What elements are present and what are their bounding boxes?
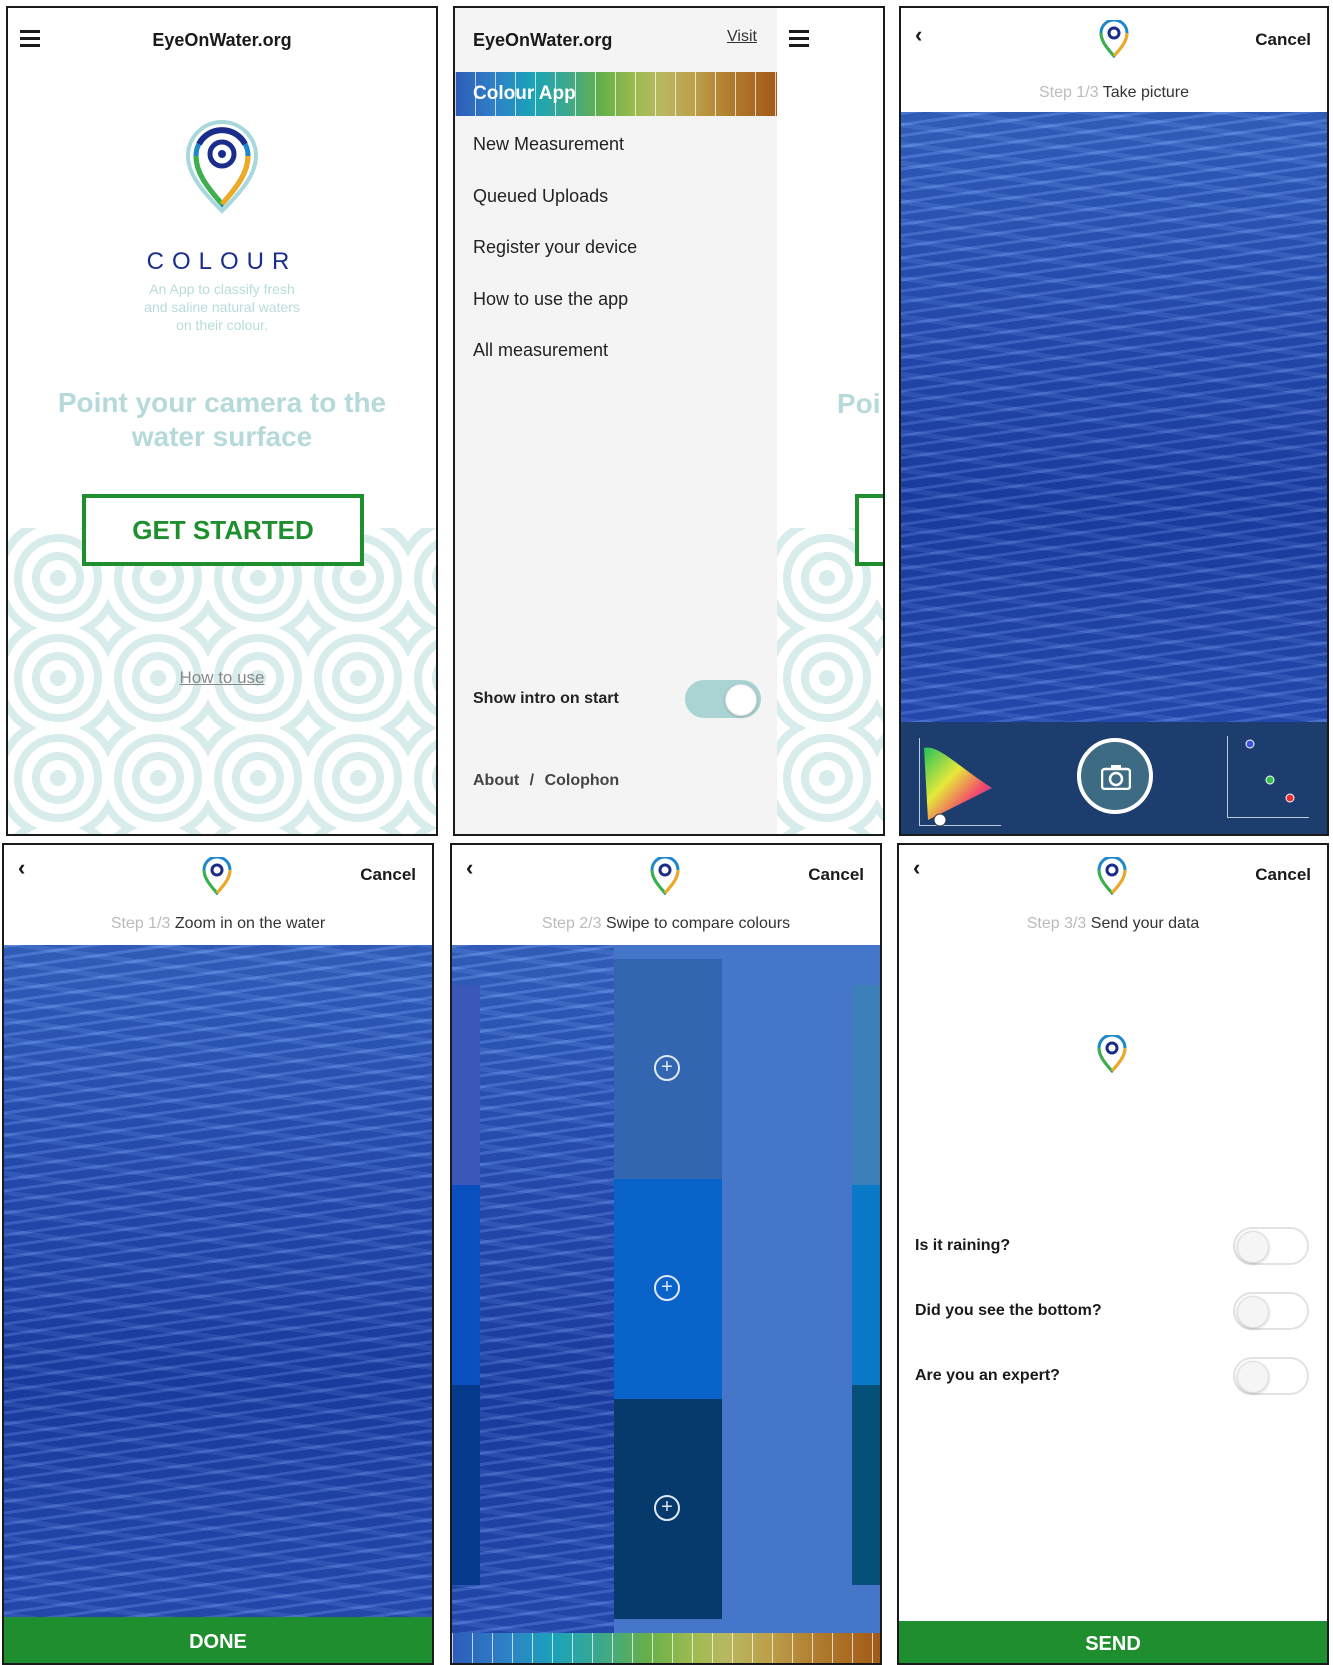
toggle-knob [1237, 1361, 1269, 1393]
visit-link[interactable]: Visit [727, 28, 757, 46]
zoom-preview[interactable] [4, 945, 432, 1617]
cancel-button[interactable]: Cancel [360, 865, 416, 885]
headline-line: water surface [131, 421, 313, 452]
step-number: Step 1/3 [1038, 84, 1099, 101]
menu-item-all-measurement[interactable]: All measurement [473, 340, 608, 361]
headline-line: Point your camera to the [57, 387, 387, 418]
site-title: EyeOnWater.org [473, 30, 613, 50]
eyeonwater-pin-logo [1097, 855, 1127, 900]
tagline-line: on their colour. [176, 317, 268, 333]
get-started-button-fragment [855, 494, 883, 566]
spectrum-stripes [452, 1633, 880, 1663]
get-started-button[interactable]: GET STARTED [82, 494, 364, 566]
step-number: Step 2/3 [541, 915, 602, 932]
camera-preview[interactable] [901, 112, 1327, 722]
step-text: Swipe to compare colours [605, 915, 791, 932]
headline-fragment: Poi [837, 388, 881, 419]
question-bottom: Did you see the bottom? [915, 1302, 1102, 1319]
left-swatch [452, 1385, 480, 1585]
colour-app-banner[interactable]: Colour App [455, 72, 777, 116]
chevron-left-icon[interactable]: ‹ [913, 855, 920, 881]
eyeonwater-pin-logo [202, 855, 232, 900]
hamburger-icon[interactable] [789, 30, 809, 51]
screen-compare: ‹ Cancel Step 2/3 Swipe to compare colou… [450, 843, 882, 1665]
step-text: Take picture [1102, 84, 1190, 101]
right-swatch [852, 1185, 880, 1385]
compare-area[interactable]: + + + [452, 945, 880, 1643]
colour-swatch[interactable]: + [614, 1399, 722, 1619]
underlying-screen: Poi [777, 8, 883, 834]
colour-swatch[interactable]: + [614, 959, 722, 1179]
camera-icon [1101, 765, 1131, 790]
toggle-knob [1237, 1231, 1269, 1263]
step-indicator: Step 2/3 Swipe to compare colours [452, 915, 880, 933]
cancel-button[interactable]: Cancel [1255, 865, 1311, 885]
chevron-left-icon[interactable]: ‹ [18, 855, 25, 881]
chevron-left-icon[interactable]: ‹ [915, 22, 922, 48]
toggle-knob [725, 684, 757, 716]
tagline-line: An App to classify fresh [149, 281, 295, 297]
tagline: An App to classify fresh and saline natu… [8, 280, 436, 334]
tagline-line: and saline natural waters [144, 299, 300, 315]
wave-pattern [777, 528, 883, 834]
question-raining: Is it raining? [915, 1237, 1011, 1254]
left-swatch [452, 1185, 480, 1385]
colophon-link[interactable]: Colophon [545, 772, 620, 789]
nav-drawer: EyeOnWater.org Visit Colour App New Meas… [455, 8, 777, 834]
chromaticity-diagram [919, 738, 1001, 827]
step-number: Step 1/3 [110, 915, 171, 932]
raining-toggle[interactable] [1233, 1227, 1309, 1265]
site-title: EyeOnWater.org [152, 30, 292, 50]
toggle-knob [1237, 1296, 1269, 1328]
menu-item-register-device[interactable]: Register your device [473, 237, 637, 258]
step-indicator: Step 1/3 Zoom in on the water [4, 915, 432, 933]
screen-menu: Poi EyeOnWater.org Visit Colour App New … [453, 6, 885, 836]
footer-links: About / Colophon [473, 772, 619, 790]
step-text: Zoom in on the water [174, 915, 326, 932]
bottom-toggle[interactable] [1233, 1292, 1309, 1330]
send-button[interactable]: SEND [899, 1621, 1327, 1663]
step-number: Step 3/3 [1026, 915, 1087, 932]
menu-item-new-measurement[interactable]: New Measurement [473, 134, 624, 155]
step-text: Send your data [1090, 915, 1200, 932]
screen-intro: EyeOnWater.org COLOUR An App to classify… [6, 6, 438, 836]
right-swatch [852, 985, 880, 1185]
scatter-readout [1227, 736, 1309, 818]
plus-circle-icon[interactable]: + [654, 1055, 680, 1081]
colour-app-label: Colour App [473, 83, 576, 104]
eyeonwater-pin-logo [1097, 1033, 1127, 1078]
expert-toggle[interactable] [1233, 1357, 1309, 1395]
app-logo [182, 116, 262, 221]
about-link[interactable]: About [473, 772, 519, 789]
menu-item-queued-uploads[interactable]: Queued Uploads [473, 186, 608, 207]
menu-item-how-to-use[interactable]: How to use the app [473, 289, 628, 310]
show-intro-label: Show intro on start [473, 690, 619, 707]
shutter-button[interactable] [1077, 738, 1153, 814]
question-expert: Are you an expert? [915, 1367, 1060, 1384]
step-indicator: Step 1/3 Take picture [901, 84, 1327, 102]
headline: Point your camera to the water surface [8, 386, 436, 454]
footer-separator: / [529, 772, 535, 789]
right-swatch [852, 1385, 880, 1585]
plus-circle-icon[interactable]: + [654, 1275, 680, 1301]
step-indicator: Step 3/3 Send your data [899, 915, 1327, 933]
done-button[interactable]: DONE [4, 1617, 432, 1663]
cancel-button[interactable]: Cancel [1255, 30, 1311, 50]
how-to-use-link[interactable]: How to use [8, 668, 436, 688]
app-name: COLOUR [146, 248, 298, 275]
screen-zoom: ‹ Cancel Step 1/3 Zoom in on the water D… [2, 843, 434, 1665]
screen-send: ‹ Cancel Step 3/3 Send your data Is it r… [897, 843, 1329, 1665]
colour-swatch[interactable]: + [614, 1179, 722, 1399]
show-intro-toggle[interactable] [685, 680, 761, 718]
eyeonwater-pin-logo [1099, 18, 1129, 63]
eyeonwater-pin-logo [650, 855, 680, 900]
screen-take-picture: ‹ Cancel Step 1/3 Take picture [899, 6, 1329, 836]
colour-scale-bar[interactable] [452, 1633, 880, 1663]
cancel-button[interactable]: Cancel [808, 865, 864, 885]
camera-controls [901, 722, 1327, 834]
plus-circle-icon[interactable]: + [654, 1495, 680, 1521]
chevron-left-icon[interactable]: ‹ [466, 855, 473, 881]
left-swatch [452, 985, 480, 1185]
